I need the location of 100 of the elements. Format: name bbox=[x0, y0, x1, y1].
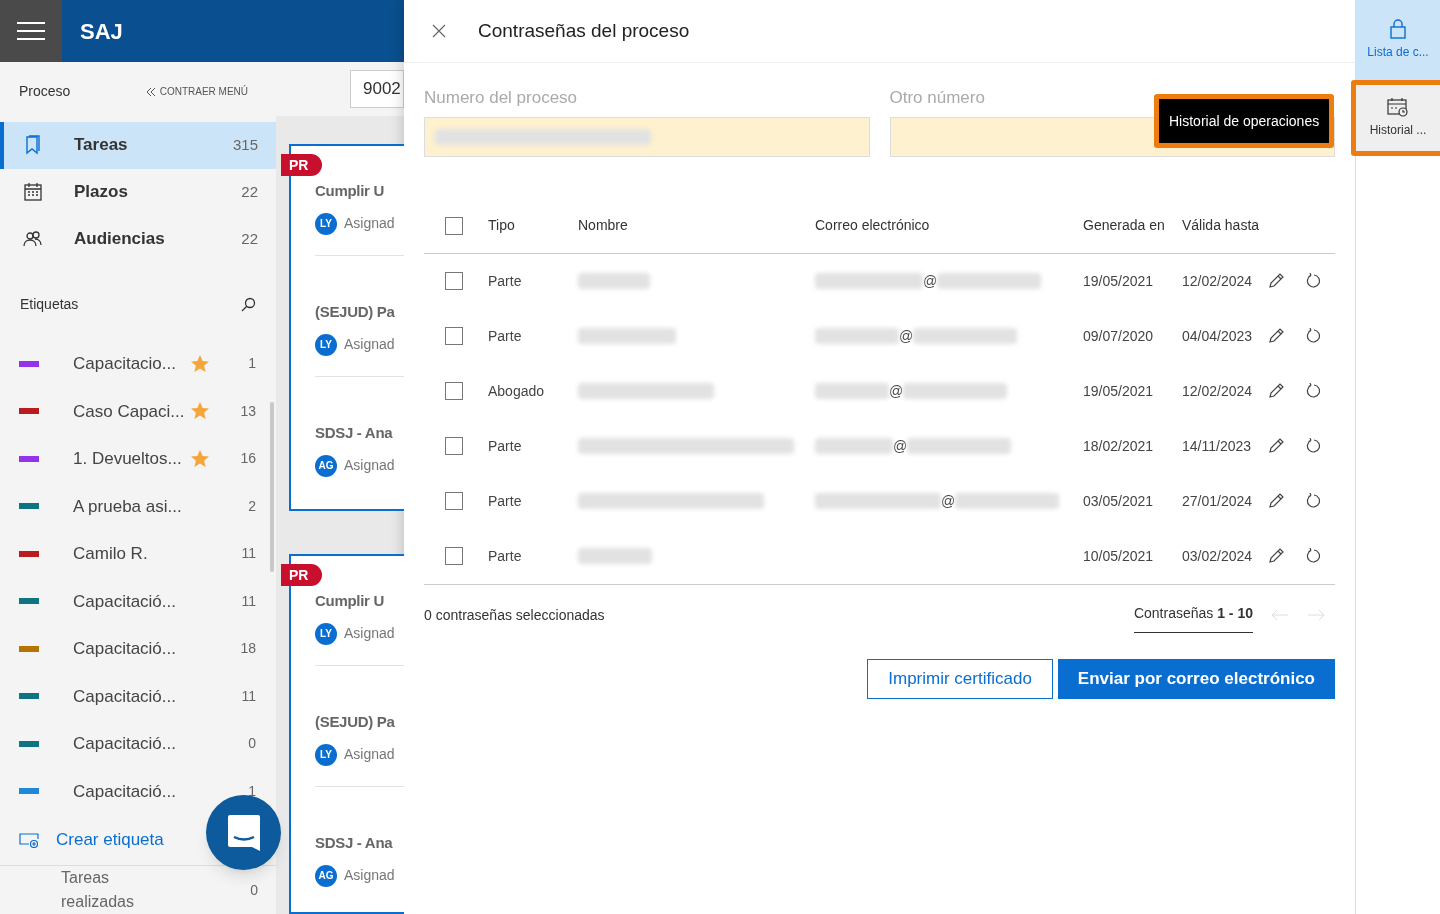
send-email-button[interactable]: Enviar por correo electrónico bbox=[1057, 658, 1335, 699]
double-chevron-icon bbox=[145, 86, 156, 97]
assignee-text: Asignad bbox=[344, 745, 395, 764]
avatar: AG bbox=[315, 454, 337, 477]
table-cell-text: 04/04/2023 bbox=[1182, 326, 1254, 346]
add-tag-icon bbox=[19, 832, 40, 849]
section-title: Proceso bbox=[19, 82, 71, 102]
avatar: LY bbox=[315, 212, 337, 235]
text-field[interactable] bbox=[424, 116, 870, 157]
column-header[interactable]: Válida hasta bbox=[1182, 215, 1268, 236]
table-cell-text: 12/02/2024 bbox=[1182, 271, 1254, 291]
scrollbar[interactable] bbox=[270, 402, 274, 572]
edit-button[interactable] bbox=[1268, 438, 1286, 454]
bookmark-icon bbox=[23, 135, 43, 156]
calendar-clock-icon bbox=[1387, 97, 1409, 117]
table-cell-text: 12/02/2024 bbox=[1182, 381, 1254, 401]
pencil-icon bbox=[1268, 383, 1284, 399]
table-cell-text: Parte bbox=[488, 491, 523, 511]
refresh-icon bbox=[1306, 548, 1322, 564]
panel-title: Contraseñas del proceso bbox=[478, 18, 690, 43]
rail-button[interactable]: Historial ... bbox=[1356, 85, 1440, 151]
menu-icon bbox=[17, 22, 45, 40]
task-title: Cumplir U bbox=[315, 181, 385, 201]
task-title: (SEJUD) Pa bbox=[315, 712, 396, 732]
nav-item[interactable]: Tareas 315 bbox=[0, 121, 276, 169]
refresh-icon bbox=[1306, 328, 1322, 344]
at-sign: @ bbox=[923, 271, 938, 291]
assignee-text: Asignad bbox=[344, 456, 395, 475]
edit-button[interactable] bbox=[1268, 273, 1286, 289]
create-tag-link[interactable]: Crear etiqueta bbox=[56, 827, 164, 853]
refresh-icon bbox=[1306, 438, 1322, 454]
selection-summary: 0 contraseñas seleccionadas bbox=[424, 605, 605, 625]
edit-button[interactable] bbox=[1268, 328, 1286, 344]
menu-button[interactable] bbox=[0, 0, 62, 62]
avatar: LY bbox=[315, 743, 337, 766]
row-checkbox[interactable] bbox=[445, 327, 463, 345]
close-button[interactable] bbox=[432, 23, 448, 39]
table-cell-text: Abogado bbox=[488, 381, 546, 401]
app-title: SAJ bbox=[80, 17, 123, 46]
task-title: Cumplir U bbox=[315, 591, 385, 611]
pagination-label: Contraseñas 1 - 10 bbox=[1133, 602, 1253, 633]
avatar: LY bbox=[315, 622, 337, 645]
tooltip: Historial de operaciones bbox=[1159, 99, 1330, 143]
nav-item[interactable]: Plazos 22 bbox=[0, 168, 276, 216]
pencil-icon bbox=[1268, 548, 1284, 564]
tag-item[interactable]: A prueba asi... 2 bbox=[0, 482, 276, 531]
tag-item[interactable]: Capacitació... 1 bbox=[0, 767, 276, 816]
row-checkbox[interactable] bbox=[445, 547, 463, 565]
table-cell-text: 19/05/2021 bbox=[1083, 271, 1155, 291]
row-checkbox[interactable] bbox=[445, 272, 463, 290]
people-icon bbox=[23, 228, 43, 249]
row-checkbox[interactable] bbox=[445, 492, 463, 510]
table-cell-text: Parte bbox=[488, 271, 523, 291]
assignee-text: Asignad bbox=[344, 335, 395, 354]
tag-item[interactable]: Caso Capaci... 13 bbox=[0, 387, 276, 436]
table-cell-text: 18/02/2021 bbox=[1083, 436, 1155, 456]
column-header[interactable]: Tipo bbox=[488, 215, 578, 236]
assignee-text: Asignad bbox=[344, 866, 395, 885]
task-title: SDSJ - Ana bbox=[315, 833, 394, 853]
tag-item[interactable]: 1. Devueltos... 16 bbox=[0, 435, 276, 483]
pencil-icon bbox=[1268, 438, 1284, 454]
search-field[interactable]: 9002 bbox=[350, 70, 404, 108]
edit-button[interactable] bbox=[1268, 548, 1286, 564]
nav-item[interactable]: Audiencias 22 bbox=[0, 215, 276, 263]
column-header[interactable]: Nombre bbox=[578, 215, 815, 236]
field-label: Otro número bbox=[889, 87, 986, 109]
tag-item[interactable]: Capacitació... 0 bbox=[0, 720, 276, 768]
rail-button[interactable]: Lista de c... bbox=[1356, 0, 1440, 80]
edit-button[interactable] bbox=[1268, 493, 1286, 509]
collapse-menu-button[interactable]: CONTRAER MENÚ bbox=[145, 84, 248, 100]
tag-item[interactable]: Camilo R. 11 bbox=[0, 530, 276, 578]
table-cell-text: Parte bbox=[488, 546, 523, 566]
close-icon bbox=[432, 24, 446, 38]
avatar: AG bbox=[315, 864, 337, 887]
table-cell-text: 03/05/2021 bbox=[1083, 491, 1155, 511]
row-checkbox[interactable] bbox=[445, 382, 463, 400]
pencil-icon bbox=[1268, 493, 1284, 509]
row-checkbox[interactable] bbox=[445, 437, 463, 455]
refresh-icon bbox=[1306, 493, 1322, 509]
tags-title: Etiquetas bbox=[20, 294, 79, 314]
refresh-icon bbox=[1306, 273, 1322, 289]
tag-item[interactable]: Capacitació... 11 bbox=[0, 672, 276, 721]
task-title: SDSJ - Ana bbox=[315, 423, 394, 443]
print-certificate-button[interactable]: Imprimir certificado bbox=[867, 658, 1053, 699]
at-sign: @ bbox=[899, 326, 914, 346]
avatar: LY bbox=[315, 333, 337, 356]
column-header[interactable]: Generada en bbox=[1083, 215, 1182, 236]
pencil-icon bbox=[1268, 328, 1284, 344]
edit-button[interactable] bbox=[1268, 383, 1286, 399]
column-header[interactable]: Correo electrónico bbox=[815, 215, 1083, 236]
priority-badge: PR bbox=[281, 564, 323, 586]
tag-item[interactable]: Capacitacio... 1 bbox=[0, 340, 276, 388]
table-cell-text: 10/05/2021 bbox=[1083, 546, 1155, 566]
at-sign: @ bbox=[893, 436, 908, 456]
tag-item[interactable]: Capacitació... 11 bbox=[0, 577, 276, 626]
tag-item[interactable]: Capacitació... 18 bbox=[0, 625, 276, 673]
redacted-text bbox=[578, 273, 650, 289]
chat-icon bbox=[225, 812, 262, 853]
select-all-checkbox[interactable] bbox=[445, 216, 463, 235]
table-cell-text: Parte bbox=[488, 436, 523, 456]
